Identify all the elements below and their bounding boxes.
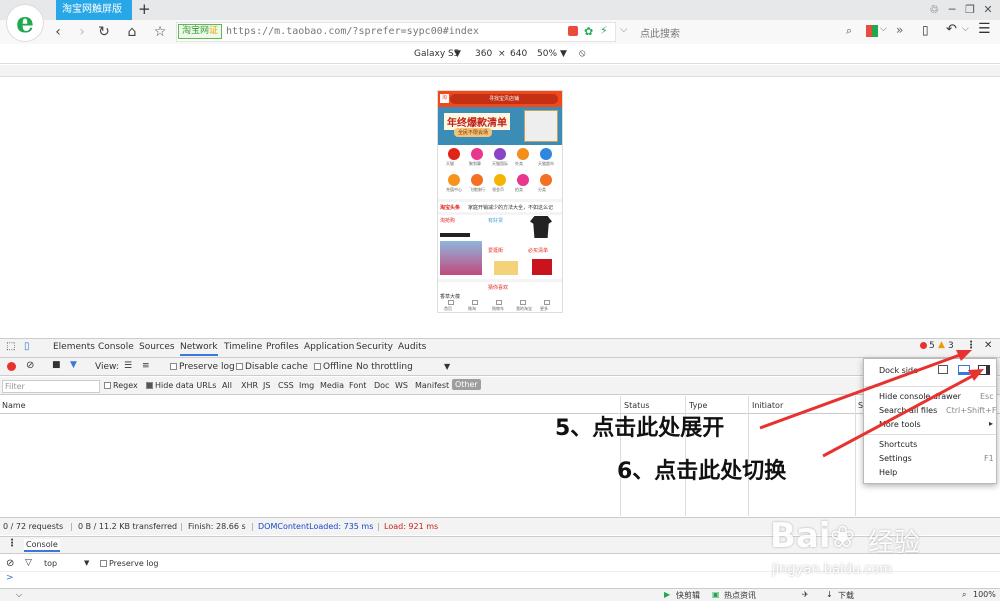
filter-type-font[interactable]: Font (349, 381, 366, 390)
tab-elements[interactable]: Elements (53, 342, 95, 352)
tab-application[interactable]: Application (304, 342, 354, 352)
filter-type-ws[interactable]: WS (395, 381, 408, 390)
filter-type-media[interactable]: Media (320, 381, 344, 390)
filter-type-img[interactable]: Img (299, 381, 314, 390)
tab-sources[interactable]: Sources (139, 342, 175, 352)
filter-type-xhr[interactable]: XHR (241, 381, 258, 390)
watermark-url: jingyan.baidu.com (772, 562, 892, 577)
annotation-step6: 6、点击此处切换 (617, 459, 787, 484)
filter-type-manifest[interactable]: Manifest (415, 381, 449, 390)
tab-security[interactable]: Security (356, 342, 393, 352)
watermark-brand2: 经验 (868, 528, 921, 558)
tab-console[interactable]: Console (98, 342, 134, 352)
arrow-head-step6 (968, 369, 984, 381)
tab-network[interactable]: Network (180, 342, 218, 356)
paw-icon: ❀ (830, 520, 856, 555)
filter-type-all[interactable]: All (222, 381, 232, 390)
arrow-step6 (822, 370, 981, 458)
tab-audits[interactable]: Audits (398, 342, 426, 352)
annotation-arrows (759, 350, 984, 458)
arrow-step5 (759, 350, 969, 430)
watermark-brand: Bai (770, 516, 831, 556)
tab-timeline[interactable]: Timeline (224, 342, 262, 352)
browser-logo[interactable]: e (6, 4, 44, 42)
filter-type-doc[interactable]: Doc (374, 381, 389, 390)
filter-type-js[interactable]: JS (263, 381, 270, 390)
filter-type-css[interactable]: CSS (278, 381, 294, 390)
tab-profiles[interactable]: Profiles (266, 342, 299, 352)
baidu-watermark: Bai ❀ 经验 jingyan.baidu.com (760, 514, 970, 594)
annotation-step5: 5、点击此处展开 (555, 416, 725, 441)
